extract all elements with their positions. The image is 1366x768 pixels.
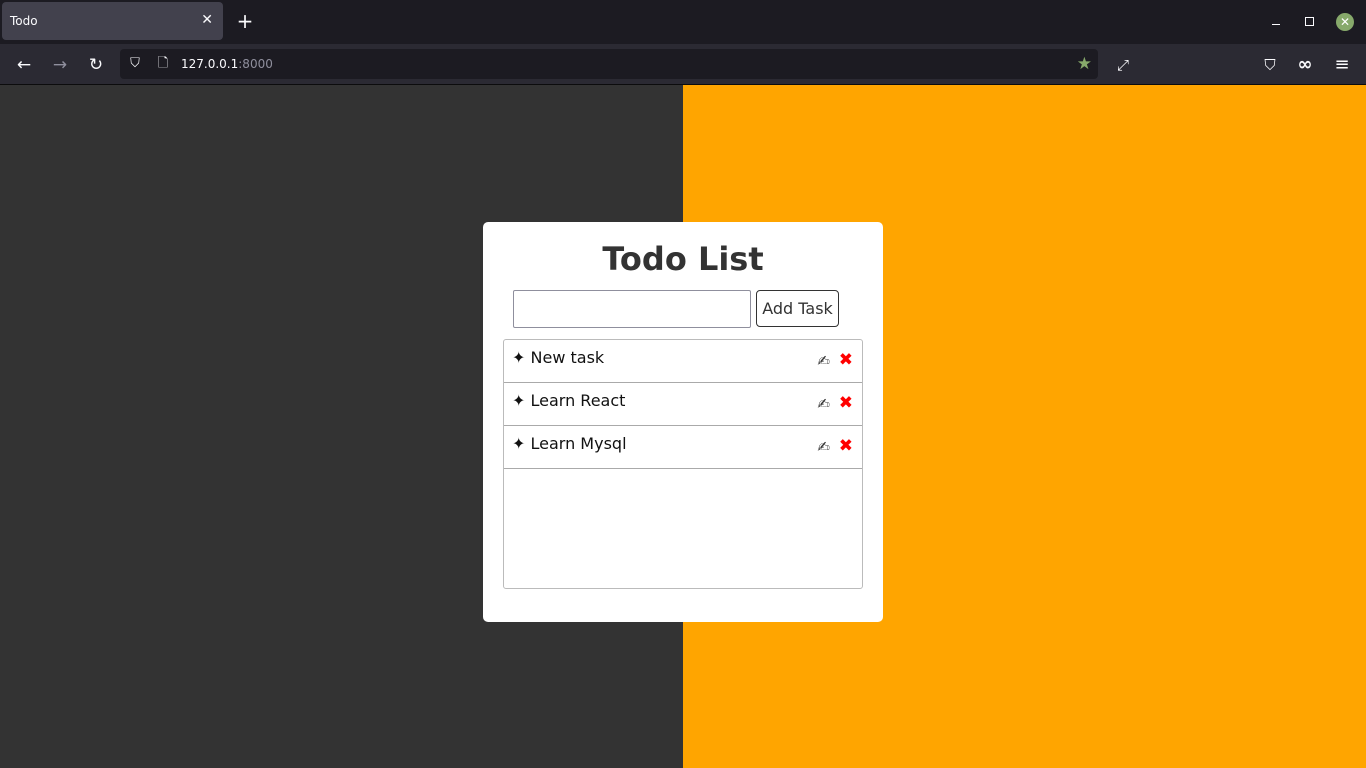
- page-title: Todo List: [602, 240, 764, 278]
- task-text: Learn React: [530, 391, 626, 410]
- edit-icon[interactable]: ✍: [817, 352, 830, 370]
- task-list: ✦ New task ✍ ✖ ✦ Learn React ✍ ✖ ✦ Learn…: [503, 339, 863, 589]
- new-tab-button[interactable]: +: [234, 10, 256, 32]
- window-minimize-button[interactable]: [1270, 14, 1284, 28]
- url-port: :8000: [238, 57, 273, 71]
- page-icon: 🗋: [157, 56, 169, 71]
- extension-icon[interactable]: ∞: [1294, 54, 1316, 76]
- task-item: ✦ Learn React ✍ ✖: [504, 383, 862, 426]
- delete-icon[interactable]: ✖: [839, 436, 853, 456]
- url-bar[interactable]: ⛉ 🗋 127.0.0.1:8000 ★: [120, 49, 1098, 79]
- todo-card: Todo List Add Task ✦ New task ✍ ✖ ✦ Lear…: [483, 222, 883, 622]
- add-task-button[interactable]: Add Task: [756, 290, 839, 327]
- window-maximize-button[interactable]: [1305, 17, 1314, 26]
- reload-icon[interactable]: ↻: [85, 54, 107, 76]
- tab-close-icon[interactable]: ✕: [201, 13, 213, 27]
- task-label: ✦ New task: [512, 348, 604, 367]
- pocket-icon[interactable]: ⛉: [1259, 54, 1281, 76]
- url-text[interactable]: 127.0.0.1:8000: [181, 57, 273, 71]
- browser-tab[interactable]: Todo ✕: [2, 2, 223, 40]
- bullet-icon: ✦: [512, 434, 526, 453]
- task-label: ✦ Learn Mysql: [512, 434, 627, 453]
- bullet-icon: ✦: [512, 348, 526, 367]
- tab-title: Todo: [10, 14, 38, 28]
- delete-icon[interactable]: ✖: [839, 393, 853, 413]
- menu-icon[interactable]: ≡: [1331, 54, 1353, 76]
- edit-icon[interactable]: ✍: [817, 395, 830, 413]
- bullet-icon: ✦: [512, 391, 526, 410]
- task-input[interactable]: [513, 290, 751, 328]
- forward-icon[interactable]: →: [49, 54, 71, 76]
- fullscreen-icon[interactable]: ⤢: [1112, 54, 1134, 76]
- delete-icon[interactable]: ✖: [839, 350, 853, 370]
- task-text: New task: [530, 348, 605, 367]
- url-host: 127.0.0.1: [181, 57, 239, 71]
- edit-icon[interactable]: ✍: [817, 438, 830, 456]
- shield-icon[interactable]: ⛉: [126, 55, 144, 73]
- task-item: ✦ Learn Mysql ✍ ✖: [504, 426, 862, 469]
- page-viewport: Todo List Add Task ✦ New task ✍ ✖ ✦ Lear…: [0, 85, 1366, 768]
- back-icon[interactable]: ←: [13, 54, 35, 76]
- task-label: ✦ Learn React: [512, 391, 625, 410]
- window-close-button[interactable]: ✕: [1336, 13, 1354, 31]
- browser-toolbar: ← → ↻ ⛉ 🗋 127.0.0.1:8000 ★ ⤢ ⛉ ∞ ≡: [0, 44, 1366, 85]
- bookmark-star-icon[interactable]: ★: [1077, 54, 1092, 74]
- browser-tab-bar: Todo ✕ + ✕: [0, 0, 1366, 44]
- task-item: ✦ New task ✍ ✖: [504, 340, 862, 383]
- task-text: Learn Mysql: [530, 434, 627, 453]
